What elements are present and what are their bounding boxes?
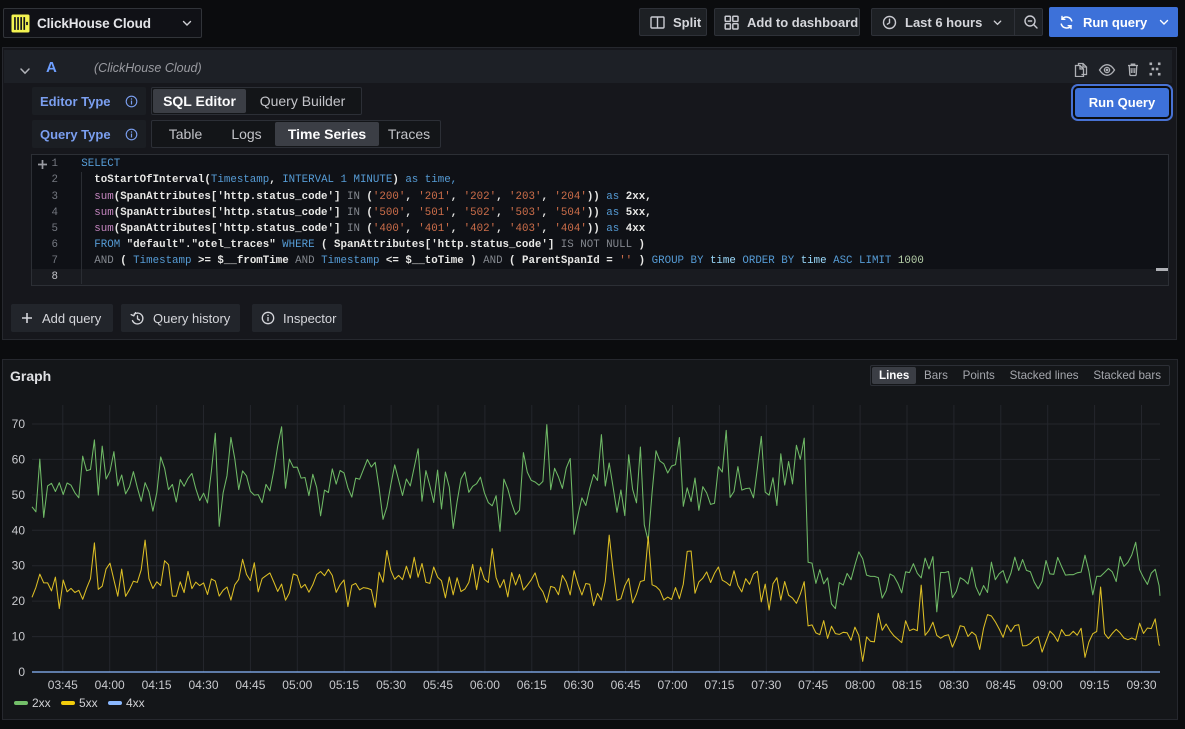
- svg-text:08:00: 08:00: [845, 678, 875, 692]
- svg-text:06:30: 06:30: [564, 678, 594, 692]
- svg-text:08:45: 08:45: [986, 678, 1016, 692]
- svg-text:08:15: 08:15: [892, 678, 922, 692]
- svg-text:09:00: 09:00: [1033, 678, 1063, 692]
- svg-text:10: 10: [12, 630, 26, 644]
- svg-text:05:30: 05:30: [376, 678, 406, 692]
- svg-text:50: 50: [12, 488, 26, 502]
- svg-text:30: 30: [12, 559, 26, 573]
- svg-text:03:45: 03:45: [48, 678, 78, 692]
- svg-text:09:30: 09:30: [1126, 678, 1156, 692]
- svg-text:08:30: 08:30: [939, 678, 969, 692]
- svg-text:05:00: 05:00: [282, 678, 312, 692]
- svg-text:06:15: 06:15: [517, 678, 547, 692]
- svg-text:05:45: 05:45: [423, 678, 453, 692]
- svg-text:06:00: 06:00: [470, 678, 500, 692]
- svg-text:04:00: 04:00: [95, 678, 125, 692]
- svg-text:09:15: 09:15: [1080, 678, 1110, 692]
- svg-text:20: 20: [12, 594, 26, 608]
- svg-text:60: 60: [12, 452, 26, 466]
- svg-text:0: 0: [18, 665, 25, 679]
- svg-text:40: 40: [12, 523, 26, 537]
- svg-text:07:15: 07:15: [704, 678, 734, 692]
- svg-text:05:15: 05:15: [329, 678, 359, 692]
- svg-text:04:45: 04:45: [235, 678, 265, 692]
- svg-text:07:30: 07:30: [751, 678, 781, 692]
- svg-text:70: 70: [12, 417, 26, 431]
- svg-text:06:45: 06:45: [611, 678, 641, 692]
- svg-text:07:00: 07:00: [657, 678, 687, 692]
- svg-text:04:15: 04:15: [142, 678, 172, 692]
- svg-text:04:30: 04:30: [188, 678, 218, 692]
- svg-text:07:45: 07:45: [798, 678, 828, 692]
